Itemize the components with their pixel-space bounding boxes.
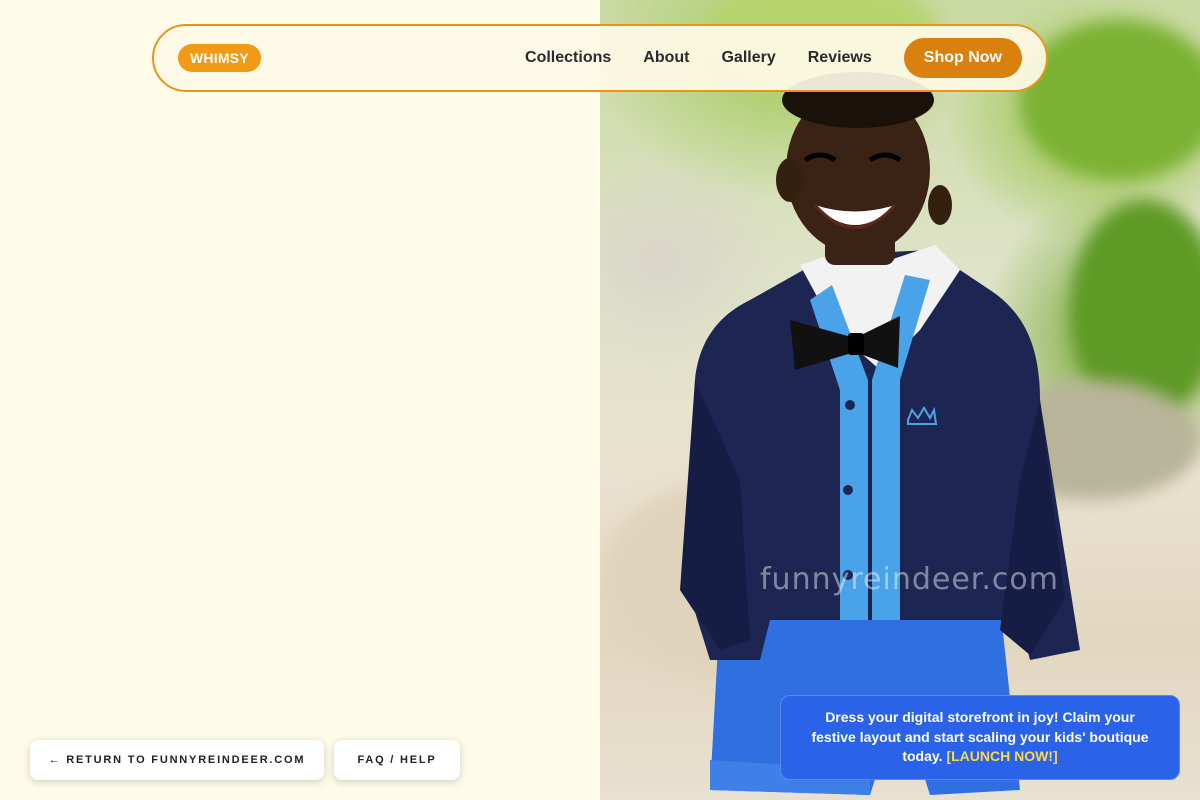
site-logo[interactable]: WHIMSY — [178, 44, 261, 72]
nav-link-gallery[interactable]: Gallery — [721, 49, 775, 67]
nav-link-collections[interactable]: Collections — [525, 49, 611, 67]
nav-link-reviews[interactable]: Reviews — [808, 49, 872, 67]
promo-banner: Dress your digital storefront in joy! Cl… — [780, 695, 1180, 780]
return-to-site-button[interactable]: ← RETURN TO FUNNYREINDEER.COM — [30, 740, 324, 780]
shop-now-button[interactable]: Shop Now — [903, 38, 1022, 78]
top-navigation: WHIMSY Collections About Gallery Reviews… — [152, 24, 1048, 92]
launch-now-link[interactable]: [LAUNCH NOW!] — [946, 748, 1057, 764]
hero-photo — [600, 0, 1200, 800]
child-figure — [680, 72, 1080, 795]
nav-links: Collections About Gallery Reviews Shop N… — [525, 38, 1022, 78]
nav-link-about[interactable]: About — [643, 49, 689, 67]
faq-help-button[interactable]: FAQ / HELP — [334, 740, 460, 780]
